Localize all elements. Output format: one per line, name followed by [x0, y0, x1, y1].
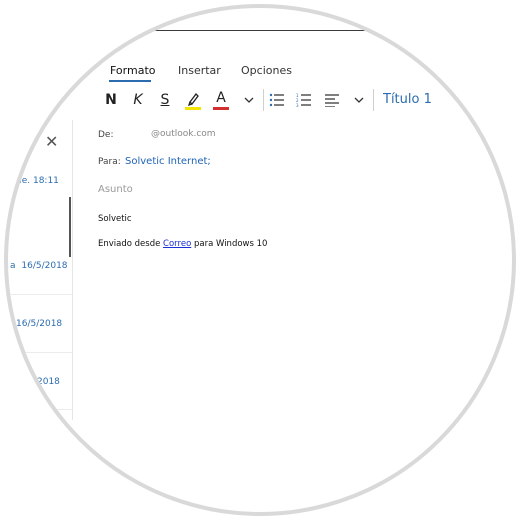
- paragraph-options-dropdown[interactable]: [352, 90, 366, 110]
- circular-frame: Formato Insertar Opciones N K S A 1 2 3 …: [4, 4, 516, 516]
- list-separator: [8, 294, 72, 295]
- highlight-button[interactable]: [184, 90, 202, 110]
- correo-link[interactable]: Correo: [163, 239, 191, 249]
- tab-formato[interactable]: Formato: [110, 64, 156, 77]
- list-item-date[interactable]: ue. 18:11: [16, 176, 59, 186]
- heading-style-select[interactable]: Título 1: [383, 92, 432, 107]
- from-label: De:: [98, 130, 114, 140]
- svg-text:3: 3: [296, 103, 299, 107]
- list-item-date[interactable]: 2018: [37, 377, 60, 387]
- font-color-glyph: A: [216, 89, 226, 106]
- align-button[interactable]: [324, 90, 340, 110]
- body-signature[interactable]: Enviado desde Correo para Windows 10: [98, 239, 267, 249]
- highlighter-icon: [185, 93, 201, 110]
- to-label: Para:: [98, 157, 121, 167]
- mail-window: Formato Insertar Opciones N K S A 1 2 3 …: [8, 8, 512, 512]
- pane-divider: [72, 120, 73, 420]
- title-bar-edge-right: [364, 8, 365, 31]
- list-item-date[interactable]: 16/5/2018: [16, 319, 62, 329]
- underline-button[interactable]: S: [158, 90, 172, 110]
- list-item-date[interactable]: a 16/5/2018: [10, 261, 68, 271]
- signature-prefix: Enviado desde: [98, 239, 161, 249]
- scrollbar[interactable]: [69, 197, 71, 257]
- active-tab-indicator: [109, 80, 151, 82]
- align-icon: [325, 94, 339, 107]
- title-bar-edge-left: [112, 8, 113, 31]
- chevron-down-icon: [244, 97, 254, 103]
- list-item-date-value: 16/5/2018: [21, 261, 68, 271]
- font-color-swatch: [213, 106, 229, 110]
- tab-opciones[interactable]: Opciones: [241, 64, 292, 77]
- toolbar-separator: [263, 89, 264, 111]
- numbered-list-button[interactable]: 1 2 3: [296, 90, 312, 110]
- list-separator: [8, 352, 72, 353]
- to-recipient[interactable]: Solvetic Internet;: [125, 156, 211, 167]
- bullet-list-icon: [269, 93, 284, 107]
- tab-insertar[interactable]: Insertar: [178, 64, 221, 77]
- from-address[interactable]: @outlook.com: [151, 129, 216, 139]
- subject-field[interactable]: Asunto: [98, 184, 133, 195]
- close-icon[interactable]: ✕: [45, 132, 58, 151]
- italic-button[interactable]: K: [131, 90, 145, 110]
- signature-suffix: para Windows 10: [193, 239, 268, 249]
- bold-button[interactable]: N: [104, 90, 118, 110]
- chevron-down-icon: [354, 97, 364, 103]
- title-bar-edge: [112, 30, 364, 31]
- body-text[interactable]: Solvetic: [98, 214, 132, 224]
- numbered-list-icon: 1 2 3: [296, 93, 311, 107]
- bullet-list-button[interactable]: [269, 90, 285, 110]
- toolbar-separator: [373, 89, 374, 111]
- list-separator: [8, 409, 72, 410]
- font-color-button[interactable]: A: [212, 90, 230, 110]
- list-item-date-prefix: a: [10, 261, 16, 271]
- font-options-dropdown[interactable]: [242, 90, 256, 110]
